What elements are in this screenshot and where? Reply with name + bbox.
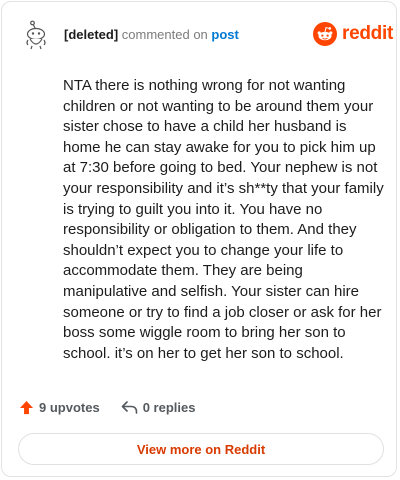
post-link[interactable]: post bbox=[211, 27, 238, 42]
reddit-logo[interactable]: reddit bbox=[313, 22, 393, 46]
comment-action: commented on bbox=[121, 27, 208, 42]
replies-count: 0 replies bbox=[142, 400, 196, 415]
upvotes-count: 9 upvotes bbox=[39, 400, 100, 415]
comment-footer: 9 upvotes 0 replies bbox=[19, 400, 195, 415]
view-more-button[interactable]: View more on Reddit bbox=[18, 433, 384, 465]
comment-body: NTA there is nothing wrong for not wanti… bbox=[63, 77, 384, 362]
replies-stat[interactable]: 0 replies bbox=[121, 400, 196, 415]
reply-arrow-icon bbox=[121, 401, 137, 414]
upvote-arrow-icon bbox=[19, 400, 34, 415]
deleted-user-avatar-icon bbox=[26, 20, 46, 50]
upvotes-stat[interactable]: 9 upvotes bbox=[19, 400, 100, 415]
reddit-wordmark: reddit bbox=[342, 23, 393, 44]
comment-header: [deleted] commented on post bbox=[64, 27, 239, 43]
reddit-alien-icon bbox=[313, 22, 337, 46]
comment-author: [deleted] bbox=[64, 27, 119, 42]
comment-card: [deleted] commented on post reddit NTA t… bbox=[1, 1, 397, 477]
